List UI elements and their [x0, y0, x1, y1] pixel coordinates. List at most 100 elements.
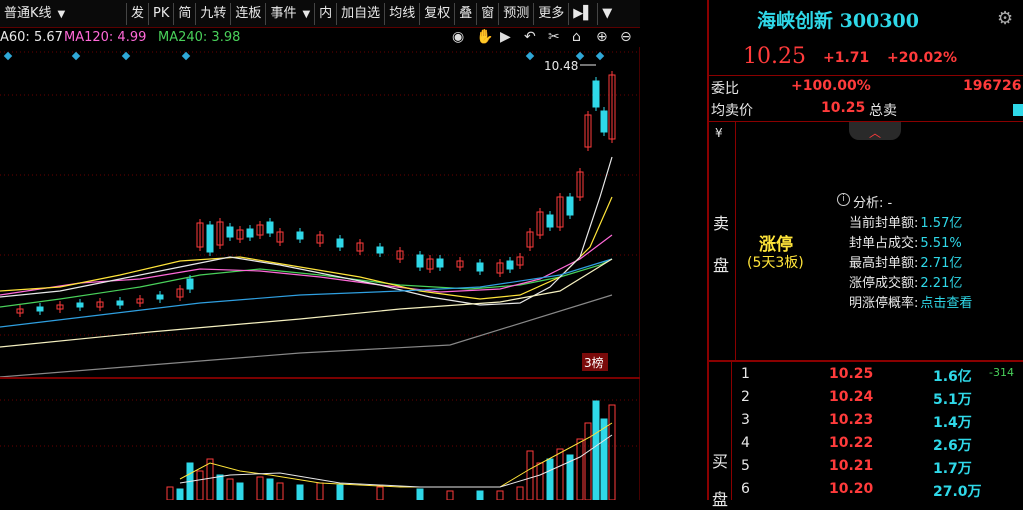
eye-icon[interactable]: ◉ [452, 29, 464, 45]
candle-body[interactable] [416, 254, 424, 268]
candle-body[interactable] [336, 238, 344, 248]
toolbar-item-1[interactable]: 发 [127, 2, 150, 25]
stat-value[interactable]: 点击查看 [920, 296, 972, 311]
candle-body[interactable] [116, 300, 124, 306]
volume-bar[interactable] [584, 422, 592, 500]
candle-body[interactable] [436, 258, 444, 268]
toolbar-item-0[interactable]: 普通K线 ▼ [0, 2, 127, 25]
buy-order-row[interactable]: 2 10.24 5.1万 [733, 389, 1023, 411]
toolbar-item-13[interactable]: 预测 [499, 2, 535, 25]
volume-bar[interactable] [196, 470, 204, 500]
volume-bar[interactable] [546, 458, 554, 500]
volume-bar[interactable] [516, 486, 524, 500]
volume-bar[interactable] [576, 438, 584, 500]
toolbar-item-6[interactable]: 事件 ▼ [266, 2, 316, 25]
avg-sell-price: 10.25 [821, 100, 866, 116]
candle-body[interactable] [226, 226, 234, 238]
candle-body[interactable] [506, 260, 514, 270]
stat-key: 明涨停概率: [849, 296, 919, 311]
volume-bar[interactable] [608, 404, 616, 500]
toolbar-item-4[interactable]: 九转 [196, 2, 232, 25]
lock-icon[interactable]: ⌂ [572, 29, 581, 45]
limit-up-stat-row: 最高封单额: 2.71亿 [849, 252, 962, 271]
chart-toolbar: 普通K线 ▼ 发 PK 简九转 连板 事件 ▼ 内加自选 均线 复权叠窗预测 更多 ▶▌ ▼ [0, 0, 640, 28]
buy-order-row[interactable]: 1 10.25 1.6亿 -314 [733, 366, 1023, 388]
volume-bar[interactable] [276, 482, 284, 500]
candle-body[interactable] [156, 294, 164, 300]
toolbar-item-11[interactable]: 叠 [455, 2, 478, 25]
toolbar-item-9[interactable]: 均线 [385, 2, 421, 25]
candle-body[interactable] [376, 246, 384, 254]
volume-bar[interactable] [256, 476, 264, 500]
toolbar-item-12[interactable]: 窗 [477, 2, 500, 25]
candle-body[interactable] [76, 302, 84, 308]
scissors-icon[interactable]: ✂ [548, 29, 560, 45]
settings-gear-icon[interactable]: ⚙ [997, 8, 1013, 29]
collapse-panel-icon[interactable]: ▶▌ [569, 2, 599, 25]
volume-bar[interactable] [316, 482, 324, 500]
volume-bar[interactable] [526, 450, 534, 500]
volume-bar[interactable] [336, 484, 344, 500]
toolbar-item-10[interactable]: 复权 [420, 2, 456, 25]
toolbar-item-label: 窗 [481, 5, 495, 21]
volume-bar[interactable] [536, 462, 544, 500]
candle-body[interactable] [592, 80, 600, 108]
volume-bar[interactable] [592, 400, 600, 500]
toolbar-item-7[interactable]: 内 [315, 2, 338, 25]
volume-bar[interactable] [166, 486, 174, 500]
candle-body[interactable] [266, 221, 274, 234]
price-change-pct: +20.02% [887, 50, 958, 66]
volume-bar[interactable] [476, 490, 484, 500]
volume-chart[interactable]: 30281534X1000 [0, 379, 640, 500]
price-change: +1.71 [823, 50, 870, 66]
candle-body[interactable] [566, 196, 574, 216]
volume-bar[interactable] [376, 486, 384, 500]
candle-body[interactable] [546, 214, 554, 228]
hand-icon[interactable]: ✋ [476, 29, 493, 45]
candle-body[interactable] [36, 306, 44, 312]
event-marker-icon[interactable] [71, 51, 81, 61]
volume-bar[interactable] [600, 418, 608, 500]
buy-order-row[interactable]: 4 10.22 2.6万 [733, 435, 1023, 457]
event-marker-icon[interactable] [525, 51, 535, 61]
event-marker-icon[interactable] [181, 51, 191, 61]
plus-icon[interactable]: ⊕ [596, 29, 608, 45]
volume-bar[interactable] [236, 482, 244, 500]
candle-body[interactable] [600, 110, 608, 133]
candle-body[interactable] [186, 278, 194, 290]
volume-bar[interactable] [496, 490, 504, 500]
volume-bar[interactable] [416, 488, 424, 500]
volume-bar[interactable] [176, 488, 184, 500]
volume-bar[interactable] [226, 478, 234, 500]
toolbar-item-2[interactable]: PK [149, 2, 175, 25]
undo-icon[interactable]: ↶ [524, 29, 536, 45]
toolbar-item-14[interactable]: 更多 [534, 2, 570, 25]
buy-order-row[interactable]: 5 10.21 1.7万 [733, 458, 1023, 480]
volume-bar[interactable] [206, 458, 214, 500]
buy-order-row[interactable]: 3 10.23 1.4万 [733, 412, 1023, 434]
collapse-sell-button[interactable]: ︿ [849, 122, 901, 140]
candle-body[interactable] [206, 224, 214, 253]
volume-bar[interactable] [556, 448, 564, 500]
toolbar-item-3[interactable]: 简 [174, 2, 197, 25]
candle-body[interactable] [476, 262, 484, 272]
event-marker-icon[interactable] [3, 51, 13, 61]
toolbar-item-5[interactable]: 连板 [231, 2, 267, 25]
info-icon[interactable]: i [837, 193, 850, 206]
limit-up-stat-row[interactable]: 明涨停概率: 点击查看 [849, 292, 972, 311]
volume-bar[interactable] [446, 490, 454, 500]
volume-bar[interactable] [296, 484, 304, 500]
buy-volume: 1.4万 [933, 415, 972, 431]
event-marker-icon[interactable] [595, 51, 605, 61]
volume-bar[interactable] [266, 478, 274, 500]
play-icon[interactable]: ▶ [500, 29, 511, 45]
candle-body[interactable] [296, 231, 304, 240]
event-marker-icon[interactable] [121, 51, 131, 61]
toolbar-item-8[interactable]: 加自选 [337, 2, 386, 25]
buy-price: 10.24 [829, 389, 874, 405]
candle-body[interactable] [246, 228, 254, 238]
more-chevron-down-icon[interactable]: ▼ [598, 3, 616, 25]
minus-icon[interactable]: ⊖ [620, 29, 632, 45]
kline-chart[interactable]: 285.11%241.87%161.40%80.94%0.00%10.483榜 [0, 47, 640, 377]
volume-bar[interactable] [216, 474, 224, 500]
